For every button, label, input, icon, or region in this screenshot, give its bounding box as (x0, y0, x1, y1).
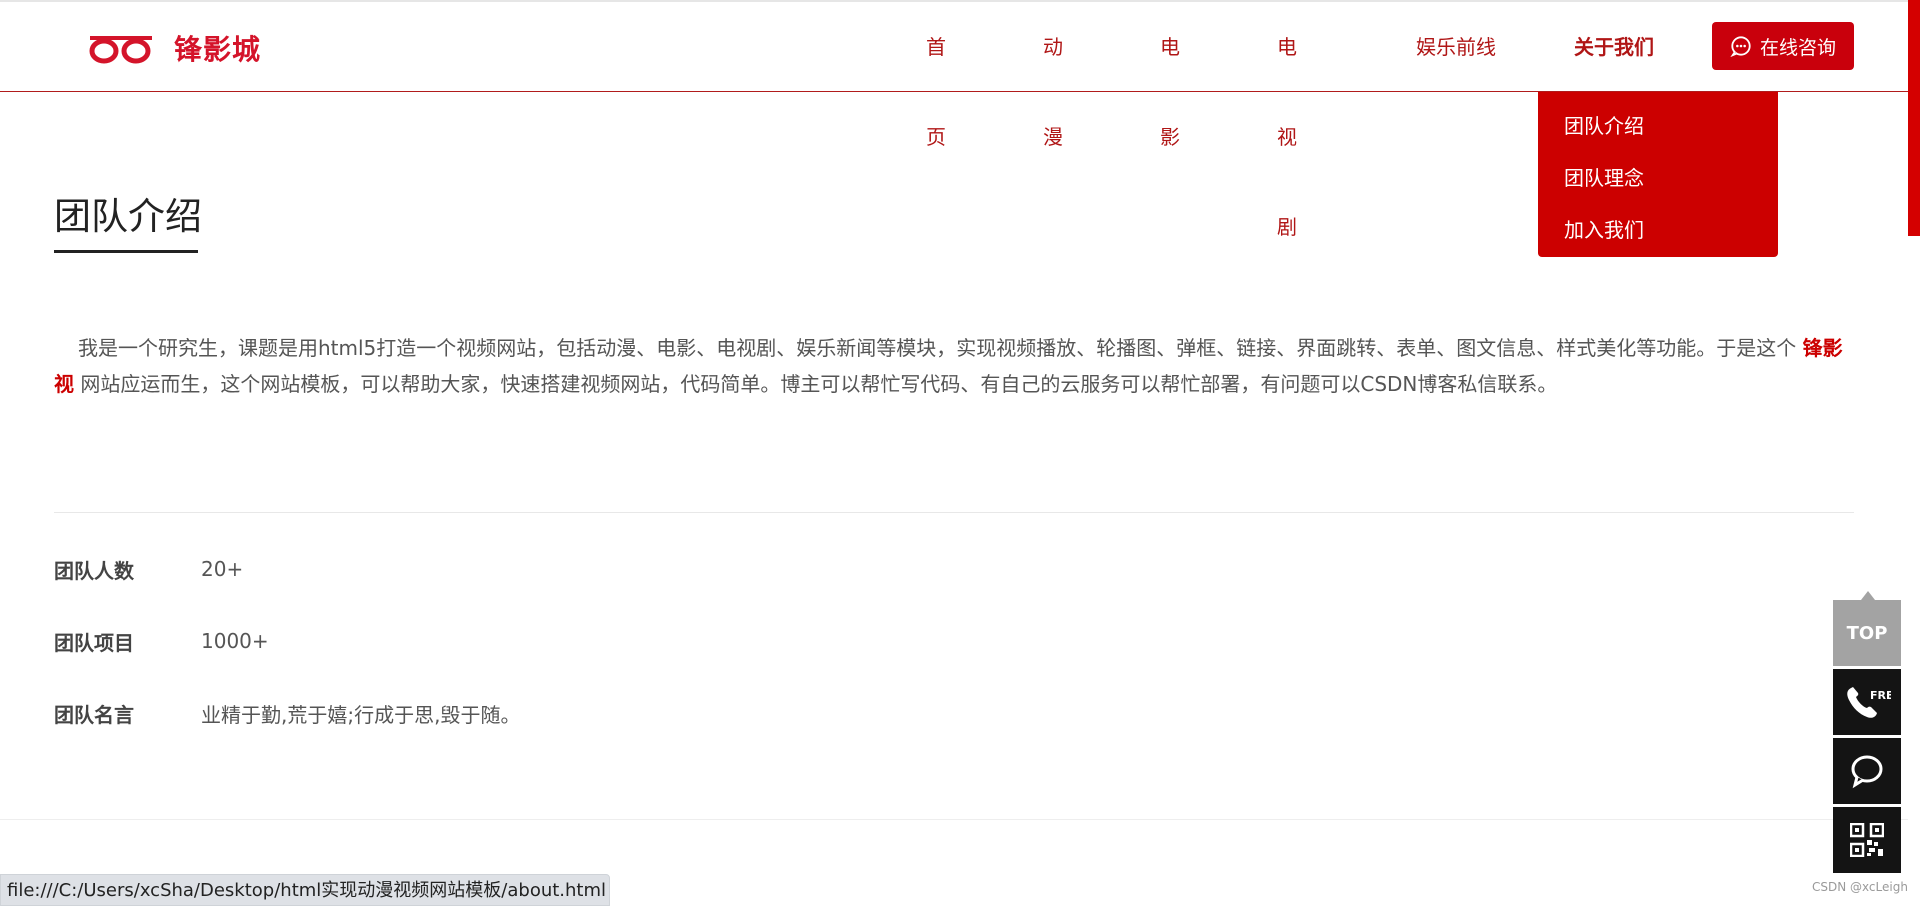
nav-item-entertainment[interactable]: 娱乐前线 (1416, 2, 1496, 92)
stat-value: 业精于勤,荒于嬉;行成于思,毁于随。 (201, 702, 521, 727)
site-header: 锋影城 首页 动漫 电影 电视剧 娱乐前线 关于我们 在线咨询 (0, 2, 1908, 239)
page-scrollbar[interactable] (1908, 0, 1920, 906)
nav-item-anime[interactable]: 动漫 (1043, 2, 1063, 149)
intro-text-part2: 网站应运而生，这个网站模板，可以帮助大家，快速搭建视频网站，代码简单。博主可以帮… (80, 372, 1558, 396)
site-logo[interactable]: 锋影城 (88, 28, 261, 68)
stat-label: 团队项目 (54, 630, 134, 655)
nav-item-about-us[interactable]: 关于我们 (1574, 2, 1654, 92)
floating-toolbar: TOP FREE (1833, 591, 1901, 876)
stat-value: 20+ (201, 557, 244, 581)
stat-label: 团队人数 (54, 558, 134, 583)
stat-row-team-projects: 团队项目 1000+ (54, 626, 269, 656)
qrcode-button[interactable] (1833, 807, 1901, 873)
stat-label: 团队名言 (54, 702, 134, 727)
online-consult-button[interactable]: 在线咨询 (1712, 22, 1854, 70)
chat-icon (1851, 755, 1883, 789)
qrcode-icon (1850, 823, 1884, 857)
scrollbar-thumb[interactable] (1908, 0, 1920, 236)
dropdown-item-team-intro[interactable]: 团队介绍 (1538, 100, 1778, 152)
browser-status-bar: file:///C:/Users/xcSha/Desktop/html实现动漫视… (0, 874, 610, 906)
intro-text-part1: 我是一个研究生，课题是用html5打造一个视频网站，包括动漫、电影、电视剧、娱乐… (78, 336, 1797, 360)
free-call-button[interactable]: FREE (1833, 669, 1901, 735)
section-title: 团队介绍 (54, 195, 202, 238)
about-dropdown-menu: 团队介绍 团队理念 加入我们 (1538, 92, 1778, 257)
dropdown-item-team-philosophy[interactable]: 团队理念 (1538, 152, 1778, 204)
nav-item-home[interactable]: 首页 (926, 2, 946, 149)
logo-mark-icon (89, 36, 152, 64)
online-consult-label: 在线咨询 (1759, 36, 1836, 59)
stat-row-team-motto: 团队名言 业精于勤,荒于嬉;行成于思,毁于随。 (54, 698, 520, 728)
stat-value: 1000+ (201, 629, 269, 653)
title-underline (54, 250, 198, 253)
phone-icon: FREE (1847, 687, 1891, 718)
message-button[interactable] (1833, 738, 1901, 804)
toolbar-arrow-icon (1861, 591, 1875, 600)
section-divider (54, 512, 1854, 513)
chat-bubble-icon (1730, 36, 1751, 57)
dropdown-item-join-us[interactable]: 加入我们 (1538, 204, 1778, 256)
footer-divider (0, 819, 1908, 820)
free-label: FREE (1870, 689, 1891, 702)
back-to-top-button[interactable]: TOP (1833, 600, 1901, 666)
nav-item-movies[interactable]: 电影 (1160, 2, 1180, 149)
page: 锋影城 首页 动漫 电影 电视剧 娱乐前线 关于我们 在线咨询 团队介绍 团队理… (0, 0, 1920, 906)
nav-item-tv-series[interactable]: 电视剧 (1277, 2, 1297, 239)
logo-text: 锋影城 (174, 33, 262, 66)
csdn-watermark: CSDN @xcLeigh (1812, 880, 1908, 894)
stat-row-team-size: 团队人数 20+ (54, 554, 243, 584)
team-intro-text: 我是一个研究生，课题是用html5打造一个视频网站，包括动漫、电影、电视剧、娱乐… (54, 330, 1854, 402)
